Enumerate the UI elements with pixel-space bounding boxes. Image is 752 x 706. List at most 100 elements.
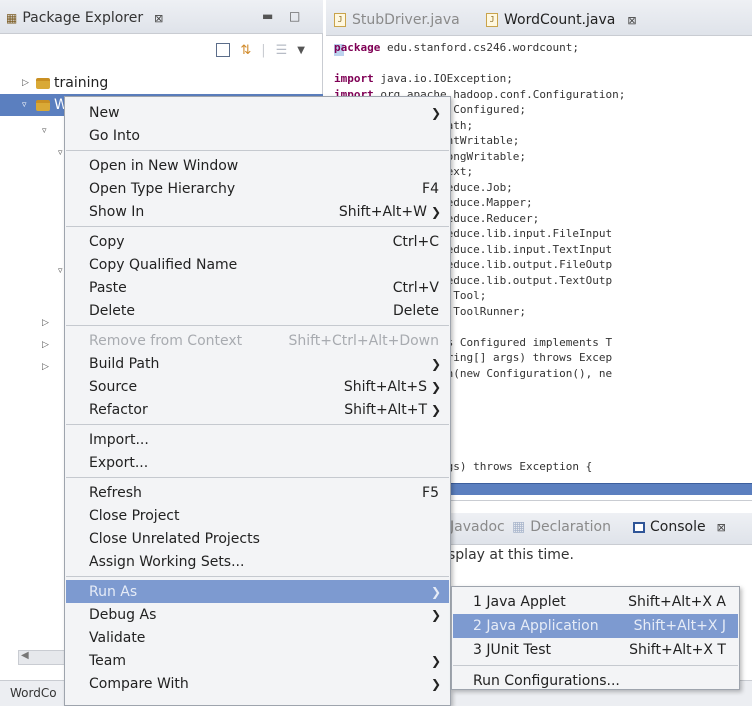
- submenu-item-label: 3 JUnit Test: [473, 642, 552, 658]
- close-icon[interactable]: ⊠: [627, 14, 636, 27]
- chevron-right-icon: ❯: [430, 607, 441, 622]
- submenu-item-2-java-application[interactable]: 2 Java Application Shift+Alt+X J: [453, 614, 738, 638]
- code-text: edu.stanford.cs246.wordcount;: [380, 41, 580, 54]
- expand-icon[interactable]: ▷: [42, 362, 49, 372]
- chevron-right-icon: ❯: [430, 379, 441, 394]
- menu-item-label: Debug As: [89, 606, 157, 623]
- menu-item-export[interactable]: Export...: [66, 451, 449, 474]
- chevron-right-icon: ❯: [430, 356, 441, 371]
- expand-icon[interactable]: ▷: [42, 340, 49, 350]
- menu-item-shortcut: F4: [422, 180, 439, 197]
- menu-item-refresh[interactable]: Refresh F5: [66, 481, 449, 504]
- menu-item-compare-with[interactable]: Compare With ❯: [66, 672, 449, 695]
- chevron-right-icon: ❯: [430, 204, 441, 219]
- close-icon[interactable]: ⊠: [154, 12, 163, 25]
- expand-icon[interactable]: ▷: [22, 78, 36, 88]
- code-line: package edu.stanford.cs246.wordcount;: [334, 40, 752, 56]
- code-keyword: package: [334, 41, 381, 54]
- menu-item-label: Run As: [89, 583, 138, 600]
- menu-item-label: Assign Working Sets...: [89, 553, 245, 570]
- project-folder-icon: [36, 99, 50, 111]
- menu-item-assign-working-sets[interactable]: Assign Working Sets...: [66, 550, 449, 573]
- submenu-item-run-configurations[interactable]: Run Configurations...: [453, 669, 738, 693]
- tab-javadoc[interactable]: Javadoc: [450, 519, 505, 535]
- menu-item-label: Validate: [89, 629, 146, 646]
- collapse-icon[interactable]: ▿: [22, 100, 36, 110]
- menu-item-close-project[interactable]: Close Project: [66, 504, 449, 527]
- menu-item-team[interactable]: Team ❯: [66, 649, 449, 672]
- menu-item-validate[interactable]: Validate: [66, 626, 449, 649]
- chevron-right-icon: ❯: [430, 584, 441, 599]
- menu-item-go-into[interactable]: Go Into: [66, 124, 449, 147]
- close-icon[interactable]: ⊠: [717, 521, 726, 534]
- chevron-right-icon: ❯: [430, 402, 441, 417]
- menu-item-show-in[interactable]: Show In Shift+Alt+W ❯: [66, 200, 449, 223]
- submenu-item-label: 2 Java Application: [473, 618, 599, 634]
- package-explorer-icon: ▦: [6, 11, 18, 25]
- menu-item-copy-qualified-name[interactable]: Copy Qualified Name: [66, 253, 449, 276]
- expand-icon[interactable]: ▿: [58, 148, 63, 158]
- menu-item-new[interactable]: New ❯: [66, 101, 449, 124]
- tab-label: StubDriver.java: [352, 12, 460, 28]
- run-as-submenu: 1 Java Applet Shift+Alt+X A 2 Java Applica…: [451, 586, 740, 690]
- tab-label: Console: [650, 519, 706, 535]
- code-line: import java.io.IOException;: [334, 71, 752, 87]
- project-folder-icon: [36, 77, 50, 89]
- tab-stubdriver[interactable]: J StubDriver.java: [334, 8, 460, 32]
- menu-separator: [453, 665, 738, 666]
- menu-item-paste[interactable]: Paste Ctrl+V: [66, 276, 449, 299]
- scroll-left-icon[interactable]: ◀: [21, 650, 29, 661]
- menu-item-label: Export...: [89, 454, 149, 471]
- submenu-item-shortcut: Shift+Alt+X T: [629, 642, 726, 658]
- menu-item-label: Go Into: [89, 127, 140, 144]
- menu-separator: [66, 226, 449, 227]
- chevron-right-icon: ❯: [430, 653, 441, 668]
- menu-item-refactor[interactable]: Refactor Shift+Alt+T ❯: [66, 398, 449, 421]
- menu-item-label: Build Path: [89, 355, 160, 372]
- menu-item-label: Compare With: [89, 675, 189, 692]
- submenu-item-shortcut: Shift+Alt+X A: [628, 594, 726, 610]
- expand-icon[interactable]: ▿: [42, 126, 47, 136]
- menu-item-label: Team: [89, 652, 127, 669]
- menu-item-label: Close Project: [89, 507, 180, 524]
- filter-icon[interactable]: ☰: [276, 43, 288, 58]
- tab-declaration[interactable]: ▦ Declaration: [512, 519, 611, 535]
- chevron-right-icon: ❯: [430, 676, 441, 691]
- menu-item-label: Show In: [89, 203, 145, 220]
- menu-item-label: Open Type Hierarchy: [89, 180, 236, 197]
- menu-item-import[interactable]: Import...: [66, 428, 449, 451]
- expand-icon[interactable]: ▷: [42, 318, 49, 328]
- menu-item-run-as[interactable]: Run As ❯: [66, 580, 449, 603]
- tab-wordcount[interactable]: J WordCount.java ⊠: [486, 8, 637, 32]
- view-menu-icon[interactable]: ▼: [297, 45, 305, 56]
- java-file-icon: J: [334, 13, 346, 27]
- tab-label: Javadoc: [450, 519, 505, 535]
- menu-separator: [66, 576, 449, 577]
- expand-icon[interactable]: ▿: [58, 266, 63, 276]
- link-with-editor-icon[interactable]: ⇅: [240, 43, 251, 58]
- submenu-item-1-java-applet[interactable]: 1 Java Applet Shift+Alt+X A: [453, 590, 738, 614]
- menu-separator: [66, 424, 449, 425]
- menu-item-open-type-hierarchy[interactable]: Open Type Hierarchy F4: [66, 177, 449, 200]
- menu-item-open-in-new-window[interactable]: Open in New Window: [66, 154, 449, 177]
- collapse-all-icon[interactable]: [216, 43, 231, 57]
- menu-item-close-unrelated-projects[interactable]: Close Unrelated Projects: [66, 527, 449, 550]
- maximize-icon[interactable]: □: [289, 9, 300, 23]
- submenu-item-3-junit-test[interactable]: 3 JUnit Test Shift+Alt+X T: [453, 638, 738, 662]
- menu-item-label: Copy Qualified Name: [89, 256, 238, 273]
- menu-item-shortcut: Shift+Ctrl+Alt+Down: [288, 332, 439, 349]
- menu-item-delete[interactable]: Delete Delete: [66, 299, 449, 322]
- menu-item-copy[interactable]: Copy Ctrl+C: [66, 230, 449, 253]
- chevron-right-icon: ❯: [430, 105, 441, 120]
- submenu-item-label: Run Configurations...: [473, 673, 620, 689]
- tab-console[interactable]: Console ⊠: [633, 519, 726, 535]
- menu-item-build-path[interactable]: Build Path ❯: [66, 352, 449, 375]
- menu-item-source[interactable]: Source Shift+Alt+S ❯: [66, 375, 449, 398]
- minimize-icon[interactable]: ▬: [262, 9, 273, 23]
- menu-item-shortcut: Ctrl+V: [392, 279, 439, 296]
- menu-item-debug-as[interactable]: Debug As ❯: [66, 603, 449, 626]
- tree-item-training[interactable]: ▷ training: [0, 72, 323, 94]
- package-explorer-tab[interactable]: ▦ Package Explorer ⊠: [6, 6, 196, 30]
- code-keyword: import: [334, 72, 374, 85]
